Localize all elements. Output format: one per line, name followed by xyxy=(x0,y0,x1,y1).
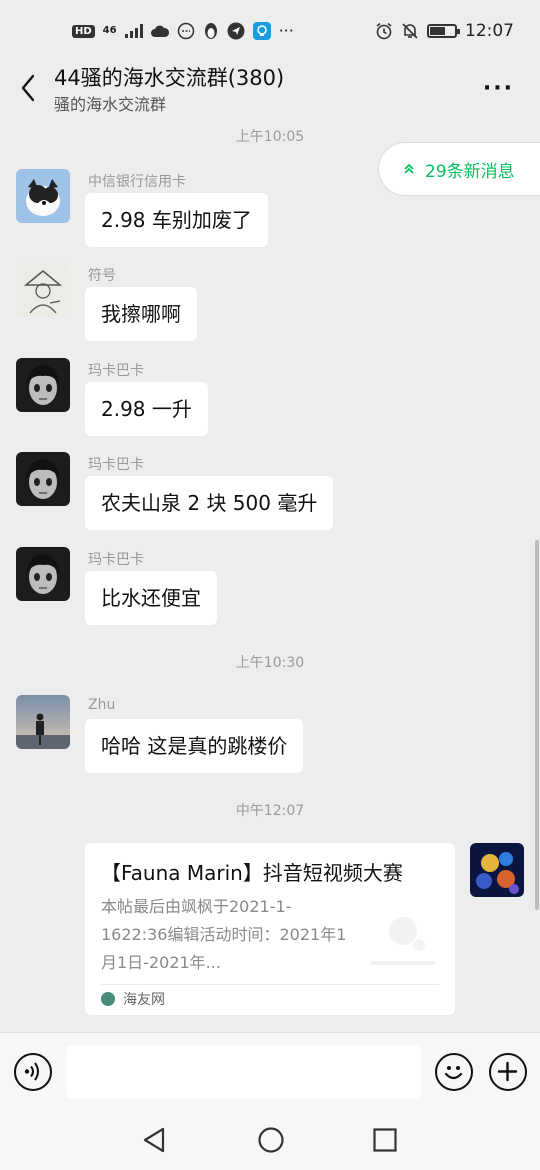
chevron-left-icon xyxy=(21,74,35,102)
plus-button[interactable] xyxy=(489,1053,527,1091)
status-bar: HD 46 ··· 12:07 xyxy=(0,0,540,62)
more-dots-icon: ··· xyxy=(278,21,294,40)
timestamp: 上午10:30 xyxy=(235,655,305,671)
anime-avatar[interactable] xyxy=(16,358,70,412)
source-logo-icon xyxy=(101,992,115,1006)
clock: 12:07 xyxy=(465,21,514,41)
battery-icon xyxy=(427,24,460,38)
messenger-icon xyxy=(177,22,194,40)
status-icons-right: 12:07 xyxy=(375,21,514,41)
card-title: 【Fauna Marin】抖音短视频大赛 xyxy=(101,861,403,885)
new-messages-label: 29条新消息 xyxy=(425,161,515,182)
sender-name: Zhu xyxy=(88,697,116,713)
alarm-icon xyxy=(376,22,392,40)
bulb-icon xyxy=(252,22,271,40)
chat-title[interactable]: 44骚的海水交流群(380) xyxy=(54,62,284,92)
card-thumbnail xyxy=(367,901,439,973)
cloud-icon xyxy=(150,25,169,37)
hd-badge: HD xyxy=(72,24,95,38)
sketch-avatar[interactable] xyxy=(16,263,70,317)
new-messages-button[interactable]: 29条新消息 xyxy=(378,142,540,196)
link-card[interactable]: 【Fauna Marin】抖音短视频大赛 本帖最后由飒枫于2021-1-1622… xyxy=(85,843,455,1015)
plus-icon xyxy=(497,1061,518,1082)
timestamp: 中午12:07 xyxy=(235,803,305,819)
input-bar xyxy=(0,1032,540,1110)
mute-icon xyxy=(402,23,418,39)
card-description: 本帖最后由飒枫于2021-1-1622:36编辑活动时间：2021年1月1日-2… xyxy=(101,897,347,972)
message-bubble[interactable]: 2.98 车别加废了 xyxy=(85,193,268,247)
message-bubble[interactable]: 比水还便宜 xyxy=(85,571,217,625)
more-options-button[interactable]: ··· xyxy=(483,76,514,101)
system-nav-bar xyxy=(0,1110,540,1170)
dog-avatar[interactable] xyxy=(16,169,70,223)
message-input[interactable] xyxy=(66,1045,421,1099)
nav-back-icon[interactable] xyxy=(141,1126,167,1154)
scrollbar[interactable] xyxy=(535,540,539,910)
network-type: 46 xyxy=(102,25,117,36)
back-button[interactable] xyxy=(14,70,42,106)
message-bubble[interactable]: 我擦哪啊 xyxy=(85,287,197,341)
message-bubble[interactable]: 农夫山泉 2 块 500 毫升 xyxy=(85,476,334,530)
sender-name: 玛卡巴卡 xyxy=(88,363,144,379)
sender-name: 符号 xyxy=(88,268,116,284)
silhouette-avatar[interactable] xyxy=(16,695,70,749)
coral-avatar[interactable] xyxy=(470,843,524,897)
nav-home-icon[interactable] xyxy=(257,1126,285,1154)
anime-avatar[interactable] xyxy=(16,452,70,506)
chat-subtitle: 骚的海水交流群 xyxy=(54,95,167,114)
message-list[interactable]: 上午10:05 中信银行信用卡 2.98 车别加废了 符号 我擦哪啊 玛卡巴卡 … xyxy=(0,118,540,1032)
voice-button[interactable] xyxy=(14,1053,52,1091)
sender-name: 中信银行信用卡 xyxy=(88,174,186,190)
signal-icon xyxy=(124,24,143,38)
message-bubble[interactable]: 2.98 一升 xyxy=(85,382,208,436)
sender-name: 玛卡巴卡 xyxy=(88,457,144,473)
message-bubble[interactable]: 哈哈 这是真的跳楼价 xyxy=(85,719,304,773)
voice-icon xyxy=(24,1062,39,1081)
status-icons-left: HD 46 ··· xyxy=(72,22,294,40)
chat-header: 44骚的海水交流群(380) 骚的海水交流群 ··· xyxy=(0,62,540,118)
card-divider xyxy=(101,984,439,985)
sender-name: 玛卡巴卡 xyxy=(88,552,144,568)
nav-recent-icon[interactable] xyxy=(372,1127,398,1153)
emoji-icon xyxy=(444,1066,463,1080)
double-chevron-up-icon xyxy=(404,163,414,174)
send-icon xyxy=(227,22,245,40)
penguin-icon xyxy=(204,23,217,39)
emoji-button[interactable] xyxy=(435,1053,473,1091)
card-source: 海友网 xyxy=(123,992,165,1008)
anime-avatar[interactable] xyxy=(16,547,70,601)
